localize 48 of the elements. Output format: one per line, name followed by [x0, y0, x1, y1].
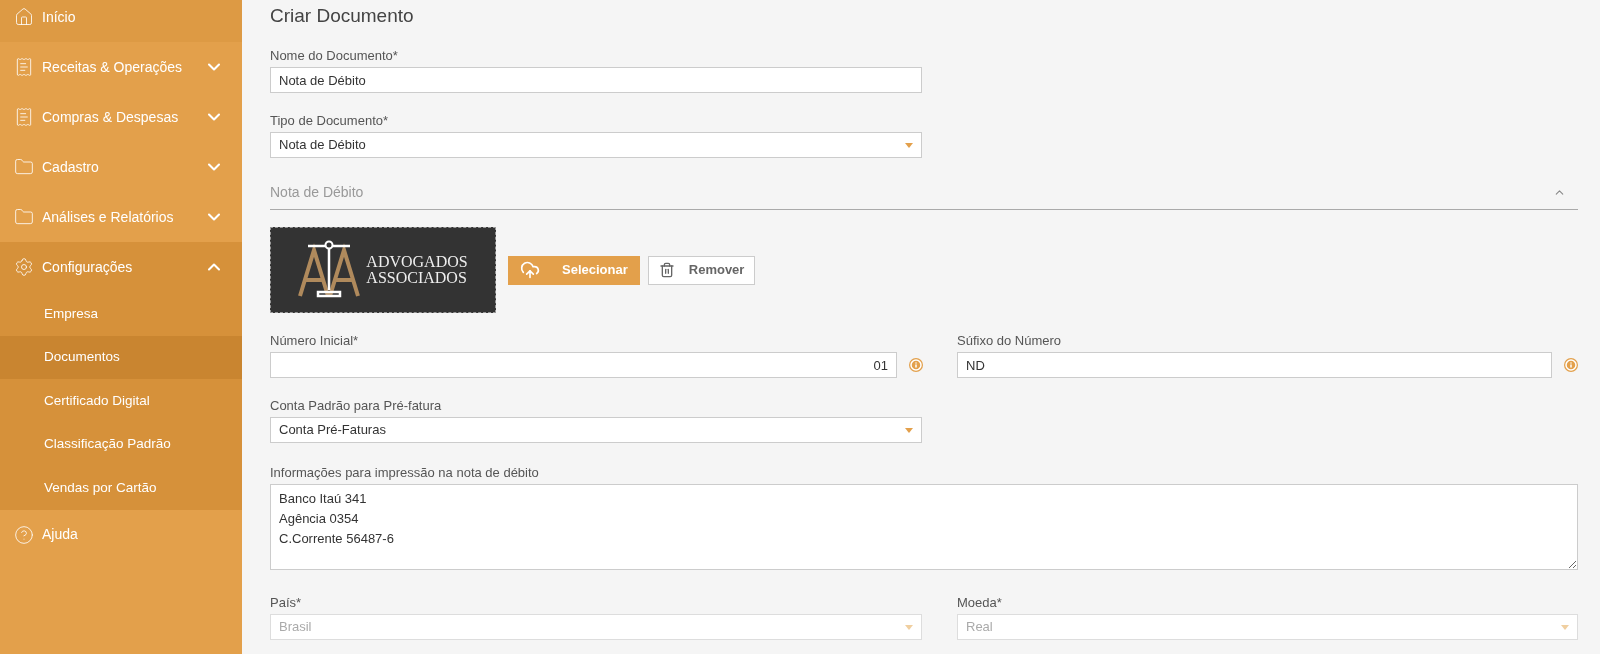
dropdown-arrow-icon — [905, 142, 913, 148]
remove-button[interactable]: Remover — [647, 255, 756, 285]
sidebar-item[interactable]: Ajuda — [0, 509, 242, 560]
dropdown-arrow-icon — [1561, 624, 1569, 630]
cloud-upload-icon — [520, 260, 540, 280]
select-button[interactable]: Selecionar — [508, 255, 640, 285]
text-field[interactable]: Nota de Débito — [270, 67, 922, 93]
text-area[interactable]: Banco Itaú 341 Agência 0354 C.Corrente 56487-6 — [270, 484, 1578, 570]
field-label: Moeda* — [957, 595, 1003, 611]
folder-icon — [14, 157, 34, 177]
sidebar-item[interactable]: Configurações — [0, 242, 242, 292]
dropdown-arrow-icon — [905, 624, 913, 630]
field-label: Súfixo do Número — [957, 333, 1063, 349]
field-label: País* — [270, 595, 303, 611]
gear-icon — [14, 257, 34, 277]
scale-logo-icon — [298, 240, 361, 300]
dropdown[interactable]: Nota de Débito — [270, 132, 922, 158]
submenu-item[interactable]: Certificado Digital — [0, 379, 242, 423]
field-label: Número Inicial* — [270, 333, 360, 349]
folder-icon — [14, 207, 34, 227]
dropdown[interactable]: Conta Pré-Faturas — [270, 417, 922, 443]
logo-text: ASSOCIADOS — [366, 270, 468, 286]
field-label: Tipo de Documento* — [270, 113, 390, 129]
receipt-icon — [14, 107, 34, 127]
info-icon[interactable] — [909, 358, 923, 372]
submenu-item[interactable]: Documentos — [0, 335, 242, 379]
section-header[interactable]: Nota de Débito — [270, 182, 1578, 210]
sidebar-item[interactable]: Início — [0, 0, 242, 42]
sidebar-item[interactable]: Cadastro — [0, 142, 242, 192]
submenu-item[interactable]: Vendas por Cartão — [0, 466, 242, 510]
home-icon — [14, 7, 34, 27]
sidebar-item[interactable]: Análises e Relatórios — [0, 192, 242, 242]
text-field[interactable]: 01 — [270, 352, 897, 378]
sidebar-item[interactable]: Receitas & Operações — [0, 42, 242, 92]
submenu-item[interactable]: Empresa — [0, 292, 242, 336]
field-label: Informações para impressão na nota de débito — [270, 465, 540, 481]
text-field[interactable]: ND — [957, 352, 1552, 378]
logo-text: ADVOGADOS — [366, 254, 468, 270]
submenu-item[interactable]: Classificação Padrão — [0, 422, 242, 466]
field-label: Conta Padrão para Pré-fatura — [270, 398, 443, 414]
trash-icon — [658, 262, 675, 278]
sidebar-item[interactable]: Compras & Despesas — [0, 92, 242, 142]
help-icon — [14, 524, 34, 545]
page-title: Criar Documento — [270, 4, 415, 28]
info-icon[interactable] — [1564, 358, 1578, 372]
dropdown-arrow-icon — [905, 427, 913, 433]
receipt-icon — [14, 57, 34, 77]
field-label: Nome do Documento* — [270, 48, 399, 64]
